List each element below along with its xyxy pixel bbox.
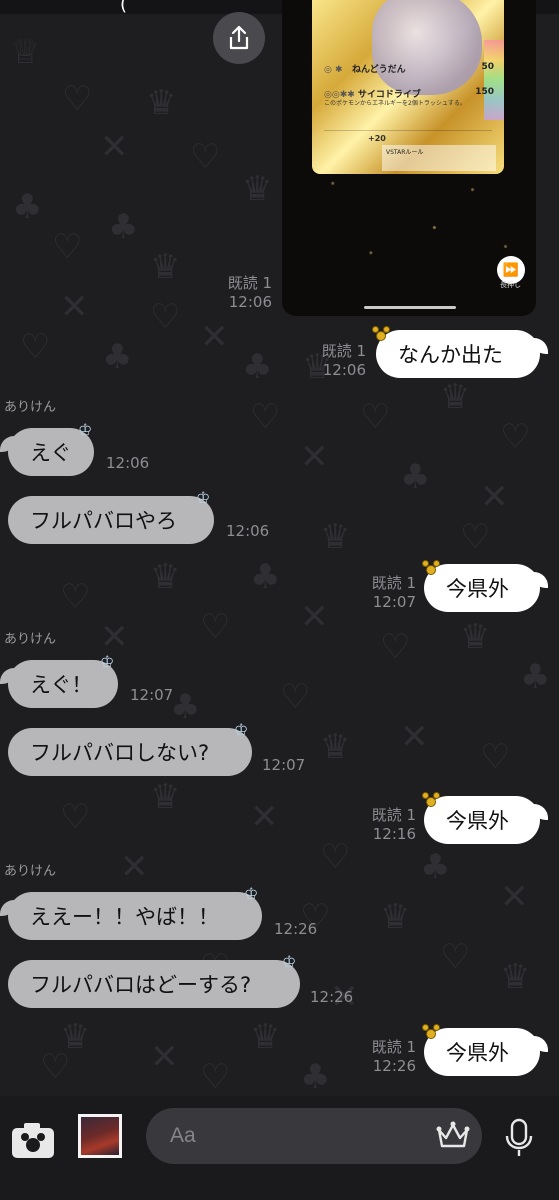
sticker-image [81,1117,119,1155]
card-rule-label: VSTARルール [386,149,424,156]
message-time: 12:16 [372,825,416,843]
message-meta: 既読 1 12:26 [368,1038,416,1076]
read-label: 既読 1 [371,806,416,824]
media-read-meta: 既読 1 12:06 [226,274,272,312]
message-bubble-incoming[interactable]: ええー！！やば！！ [0,892,262,940]
message-text: えぐ！ [30,673,93,697]
message-bubble-incoming[interactable]: フルパバロやろ [8,496,214,544]
sender-name: ありけん [4,400,57,415]
message-text: 今県外 [446,1041,509,1065]
composer-bar [0,1096,559,1200]
card-attack-row-1: ◎ ✱ ねんどうだん 50 [324,62,494,75]
read-label: 既読 1 [227,274,272,292]
holo-shine [484,40,504,120]
share-icon [229,25,249,50]
camera-icon [12,1123,54,1158]
message-input-container[interactable] [146,1108,482,1164]
read-label: 既読 1 [371,1038,416,1056]
message-bubble-outgoing[interactable]: 今県外 [424,1028,548,1076]
message-text: ええー！！やば！！ [30,905,219,929]
message-time: 12:06 [226,522,270,540]
card-attack-name-1: ねんどうだん [351,65,406,75]
card-damage-2: 150 [475,87,494,97]
card-weakness: +20 [368,134,386,143]
mouse-badge-icon [422,1024,440,1040]
microphone-button[interactable] [502,1118,536,1158]
sticker-thumbnail[interactable] [78,1114,122,1158]
message-time: 12:07 [372,593,416,611]
message-time: 12:26 [372,1057,416,1075]
message-meta: 既読 1 12:07 [368,574,416,612]
message-time: 12:26 [310,988,354,1006]
fast-forward-icon: ⏩ [502,262,520,278]
share-button[interactable] [213,12,265,64]
mouse-badge-icon [372,326,390,342]
crown-badge-icon: ♔ [234,720,249,739]
message-text: フルパバロやろ [30,509,177,533]
skip-label: 長押し [500,281,521,289]
message-text: 今県外 [446,809,509,833]
message-time: 12:06 [106,454,150,472]
media-message[interactable]: ◎ ✱ ねんどうだん 50 ◎◎✱✱ サイコドライブ 150 このポケモンからエ… [282,0,536,316]
card-rule-box: VSTARルール [382,145,496,171]
message-bubble-outgoing[interactable]: 今県外 [424,564,548,612]
message-text: フルパバロしない? [30,741,210,765]
crown-emoji-icon[interactable] [436,1120,470,1152]
message-time: 12:07 [262,756,306,774]
camera-button[interactable] [10,1120,56,1160]
microphone-icon [505,1118,533,1156]
message-text: フルパバロはどーする? [30,973,252,997]
message-meta: 既読 1 12:16 [368,806,416,844]
mouse-badge-icon [422,792,440,808]
header-fragment-text: ( [120,0,128,15]
crown-badge-icon: ♔ [78,420,93,439]
message-bubble-outgoing[interactable]: 今県外 [424,796,548,844]
sender-name: ありけん [4,864,57,879]
message-bubble-incoming[interactable]: フルパバロしない? [8,728,252,776]
mouse-badge-icon [422,560,440,576]
message-meta: 既読 1 12:06 [318,342,366,380]
video-scrubber[interactable] [364,306,456,309]
message-text: なんか出た [398,343,503,367]
message-input[interactable] [170,1124,410,1148]
message-time: 12:26 [274,920,318,938]
card-damage-1: 50 [481,62,494,72]
card-effect-text: このポケモンからエネルギーを2個トラッシュする。 [324,100,466,107]
sender-name: ありけん [4,632,57,647]
message-time: 12:06 [322,361,366,379]
pokemon-card-image: ◎ ✱ ねんどうだん 50 ◎◎✱✱ サイコドライブ 150 このポケモンからエ… [312,0,504,174]
message-bubble-outgoing[interactable]: なんか出た [376,330,548,378]
message-text: えぐ [30,441,72,465]
message-time: 12:07 [130,686,174,704]
message-text: 今県外 [446,577,509,601]
crown-badge-icon: ♔ [196,488,211,507]
read-label: 既読 1 [321,342,366,360]
read-label: 既読 1 [371,574,416,592]
message-time: 12:06 [228,293,272,311]
crown-badge-icon: ♔ [100,652,115,671]
message-bubble-incoming[interactable]: フルパバロはどーする? [8,960,300,1008]
pokemon-artwork [372,0,482,95]
crown-badge-icon: ♔ [244,884,259,903]
crown-badge-icon: ♔ [282,952,297,971]
